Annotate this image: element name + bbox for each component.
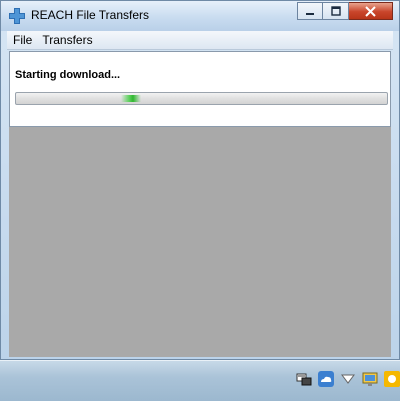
cloud-icon[interactable] — [318, 371, 334, 387]
menu-transfers[interactable]: Transfers — [38, 33, 96, 47]
close-icon — [365, 5, 376, 17]
window-controls — [297, 2, 393, 22]
menu-bar: File Transfers — [7, 31, 393, 50]
taskbar — [0, 360, 400, 401]
system-tray — [290, 371, 400, 387]
minimize-button[interactable] — [297, 2, 323, 20]
chevron-down-icon[interactable] — [340, 371, 356, 387]
menu-file[interactable]: File — [9, 33, 36, 47]
reach-app-icon — [9, 8, 25, 24]
status-label: Starting download... — [15, 69, 121, 81]
close-button[interactable] — [349, 2, 393, 20]
progress-indicator — [121, 95, 141, 102]
display-icon[interactable] — [362, 371, 378, 387]
transfer-panel: Starting download... — [9, 51, 391, 127]
sun-icon[interactable] — [384, 371, 400, 387]
download-progress-bar — [15, 92, 388, 105]
title-bar[interactable]: REACH File Transfers — [1, 1, 399, 31]
minimize-icon — [306, 13, 314, 15]
maximize-button[interactable] — [323, 2, 349, 20]
network-tool-icon[interactable] — [296, 371, 312, 387]
window-title: REACH File Transfers — [31, 8, 150, 22]
app-window: REACH File Transfers File Transfers Star… — [0, 0, 400, 360]
maximize-icon — [330, 6, 341, 16]
empty-workspace — [9, 127, 391, 357]
